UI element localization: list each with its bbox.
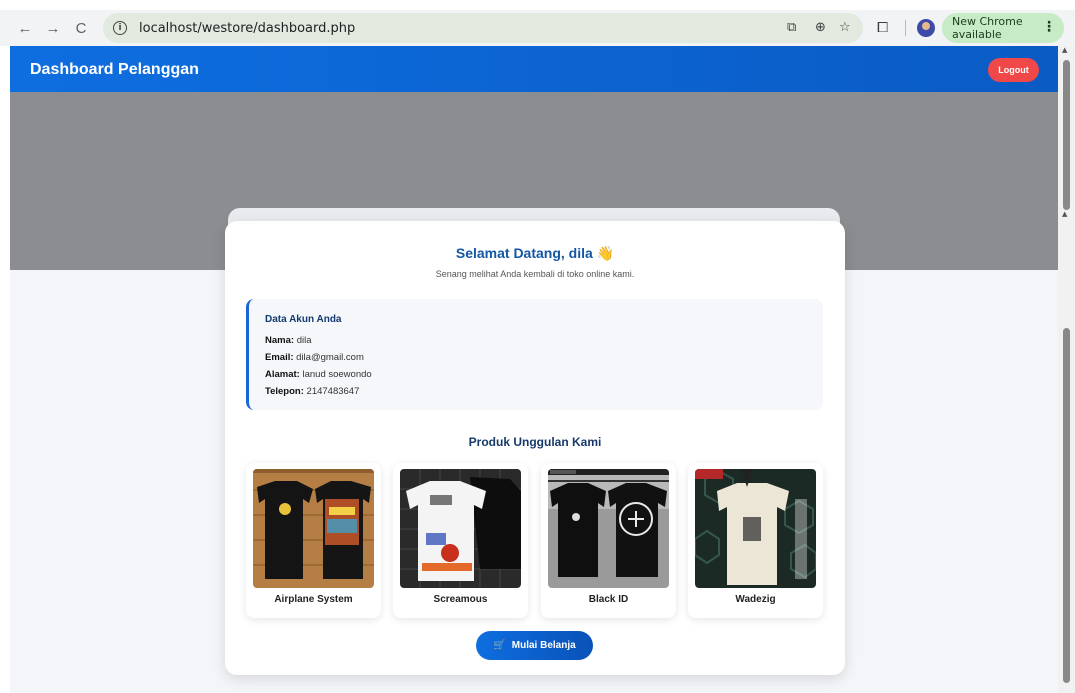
- field-label: Nama:: [265, 335, 295, 346]
- product-card-screamous[interactable]: Screamous: [393, 463, 528, 618]
- scroll-up-arrow-icon[interactable]: ▲: [1062, 210, 1067, 218]
- forward-arrow-icon[interactable]: →: [42, 17, 64, 39]
- logout-button[interactable]: Logout: [988, 58, 1039, 82]
- welcome-subtitle: Senang melihat Anda kembali di toko onli…: [435, 269, 635, 279]
- toolbar-divider: [905, 20, 906, 36]
- extensions-icon[interactable]: ⧠: [877, 19, 888, 36]
- product-card-wadezig[interactable]: Wadezig: [688, 463, 823, 618]
- start-shopping-label: Mulai Belanja: [511, 640, 576, 651]
- dashboard-header: Dashboard Pelanggan Logout: [10, 46, 1058, 92]
- welcome-title: Selamat Datang, dila: [455, 245, 593, 261]
- translate-icon[interactable]: ⧉: [787, 20, 796, 35]
- product-image[interactable]: [548, 469, 669, 588]
- profile-avatar[interactable]: [917, 19, 935, 37]
- wave-icon: 👋: [596, 246, 615, 262]
- welcome-heading: Selamat Datang, dila 👋: [225, 245, 845, 262]
- scrollbar-thumb[interactable]: [1063, 328, 1070, 683]
- product-card-airplane-system[interactable]: Airplane System: [246, 463, 381, 618]
- account-email-row: Email: dila@gmail.com: [265, 352, 364, 363]
- field-label: Alamat:: [265, 369, 300, 380]
- chrome-update-button[interactable]: New Chrome available ⋮: [942, 13, 1064, 43]
- account-name-row: Nama: dila: [265, 335, 311, 346]
- reload-icon[interactable]: C: [70, 17, 92, 39]
- account-address-row: Alamat: lanud soewondo: [265, 369, 372, 380]
- cart-icon: 🛒: [493, 640, 506, 651]
- header-title: Dashboard Pelanggan: [30, 61, 199, 78]
- account-title: Data Akun Anda: [265, 314, 342, 325]
- field-label: Email:: [265, 352, 294, 363]
- product-image[interactable]: [695, 469, 816, 588]
- back-arrow-icon[interactable]: ←: [14, 17, 36, 39]
- account-info-box: Data Akun Anda Nama: dila Email: dila@gm…: [246, 299, 823, 410]
- product-card-black-id[interactable]: Black ID: [541, 463, 676, 618]
- menu-kebab-icon[interactable]: ⋮: [1042, 19, 1056, 35]
- product-image[interactable]: [400, 469, 521, 588]
- featured-products-title: Produk Unggulan Kami: [468, 435, 602, 449]
- start-shopping-button[interactable]: 🛒 Mulai Belanja: [476, 631, 593, 660]
- scroll-up-arrow-icon[interactable]: ▲: [1062, 46, 1067, 54]
- browser-toolbar: ← → C i localhost/westore/dashboard.php …: [0, 10, 1075, 46]
- page-viewport: Dashboard Pelanggan Logout Selamat Datan…: [10, 46, 1058, 693]
- scrollbar-thumb-upper[interactable]: [1063, 60, 1070, 210]
- field-value: dila: [296, 335, 312, 346]
- zoom-icon[interactable]: ⊕: [815, 20, 826, 35]
- page-scrollbar[interactable]: ▲ ▲: [1058, 46, 1075, 693]
- url-text[interactable]: localhost/westore/dashboard.php: [139, 21, 355, 36]
- welcome-card: Selamat Datang, dila 👋 Senang melihat An…: [225, 221, 845, 675]
- address-bar[interactable]: i localhost/westore/dashboard.php ⧉ ⊕ ☆: [103, 13, 863, 43]
- product-name: Black ID: [588, 594, 629, 605]
- field-label: Telepon:: [265, 386, 304, 397]
- product-image[interactable]: [253, 469, 374, 588]
- field-value: dila@gmail.com: [296, 352, 364, 363]
- product-name: Airplane System: [274, 594, 353, 605]
- bookmark-star-icon[interactable]: ☆: [839, 20, 851, 35]
- site-info-icon[interactable]: i: [113, 21, 127, 35]
- account-phone-row: Telepon: 2147483647: [265, 386, 359, 397]
- product-name: Screamous: [433, 594, 488, 605]
- field-value: 2147483647: [306, 386, 360, 397]
- product-name: Wadezig: [735, 594, 776, 605]
- field-value: lanud soewondo: [302, 369, 372, 380]
